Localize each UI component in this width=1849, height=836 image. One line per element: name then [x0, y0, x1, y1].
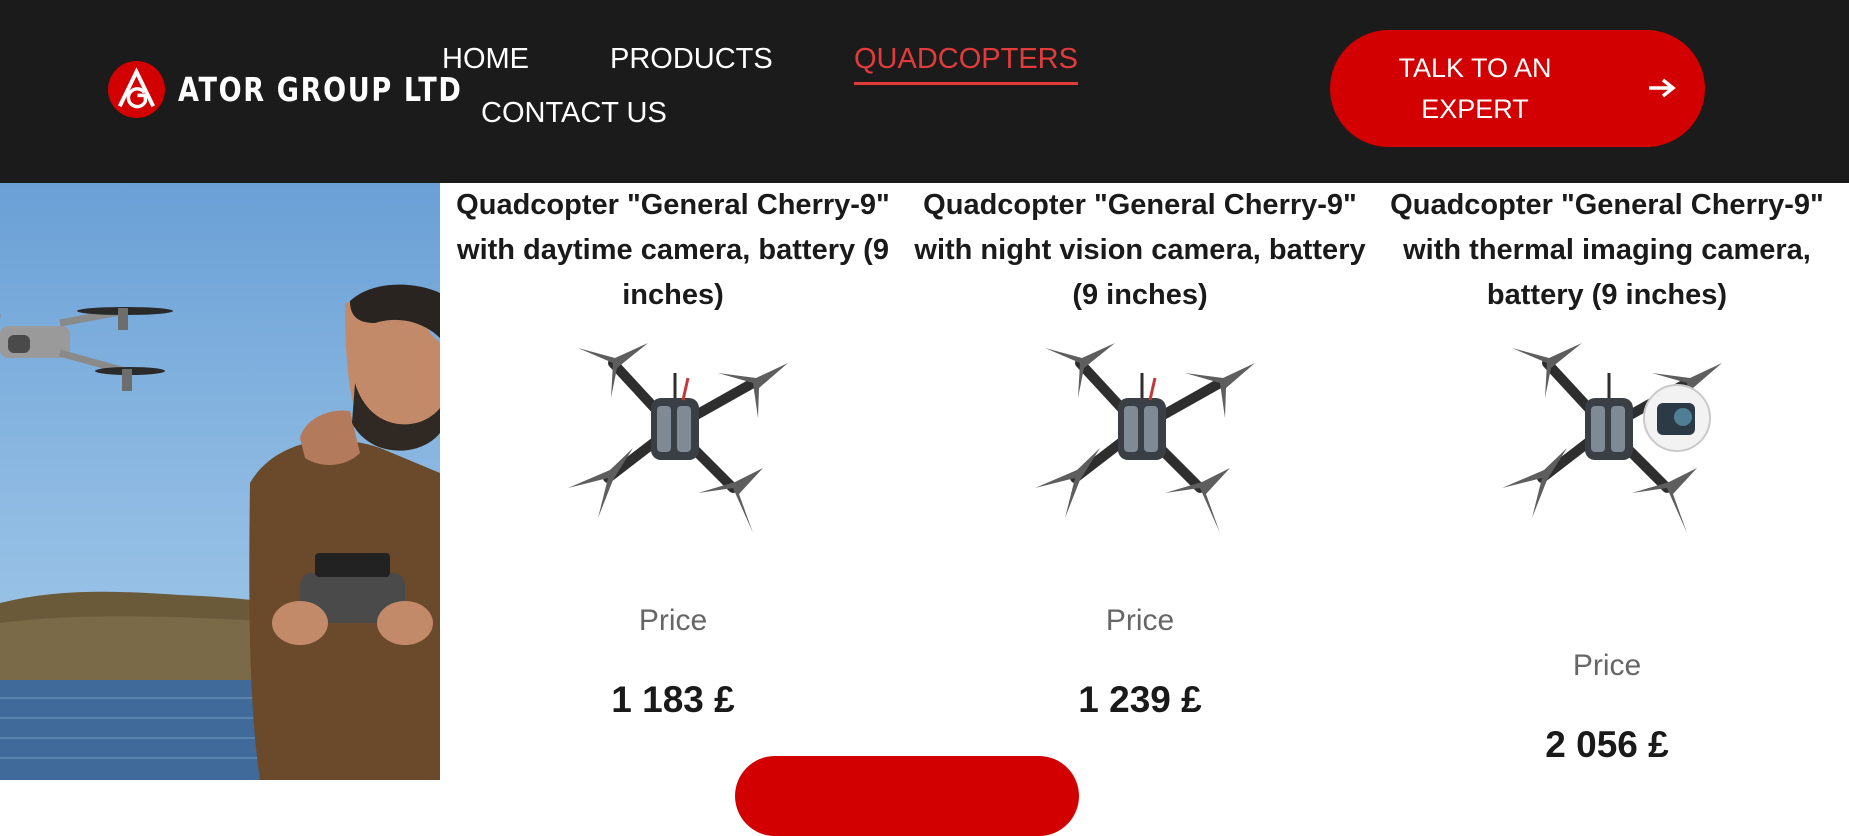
price-value: 1 183 £ [611, 679, 735, 720]
nav-contact[interactable]: CONTACT US [481, 97, 667, 130]
product-card[interactable]: Quadcopter "General Cherry-9" with dayti… [440, 183, 906, 558]
talk-to-expert-button[interactable]: TALK TO AN EXPERT [1330, 30, 1705, 147]
quadcopter-image [1502, 343, 1722, 533]
price-label: Price [1105, 604, 1175, 637]
product-card[interactable]: Quadcopter "General Cherry-9" with night… [907, 183, 1373, 558]
product-title[interactable]: Quadcopter "General Cherry-9" with dayti… [440, 183, 906, 318]
price-value: 2 056 £ [1545, 724, 1669, 765]
order-button[interactable] [735, 756, 1079, 836]
nav-quadcopters[interactable]: QUADCOPTERS [854, 43, 1078, 85]
nav-products[interactable]: PRODUCTS [610, 43, 773, 76]
pilot-with-drone-image [0, 284, 440, 780]
site-header: ATOR GROUP LTD HOME PRODUCTS QUADCOPTERS… [0, 0, 1849, 183]
logo-text: ATOR GROUP LTD [178, 69, 463, 109]
price-label: Price [1572, 649, 1642, 682]
quadcopter-image [568, 343, 788, 533]
product-card[interactable]: Quadcopter "General Cherry-9" with therm… [1374, 183, 1840, 558]
price-value: 1 239 £ [1078, 679, 1202, 720]
product-title[interactable]: Quadcopter "General Cherry-9" with night… [907, 183, 1373, 318]
cta-label: TALK TO AN EXPERT [1398, 53, 1552, 124]
arrow-right-icon [1649, 78, 1676, 98]
price-label: Price [638, 604, 708, 637]
product-title[interactable]: Quadcopter "General Cherry-9" with therm… [1374, 183, 1840, 318]
logo-mark-icon [107, 60, 166, 118]
nav-home[interactable]: HOME [442, 43, 529, 76]
hero-photo [0, 183, 440, 780]
quadcopter-image [1035, 343, 1255, 533]
